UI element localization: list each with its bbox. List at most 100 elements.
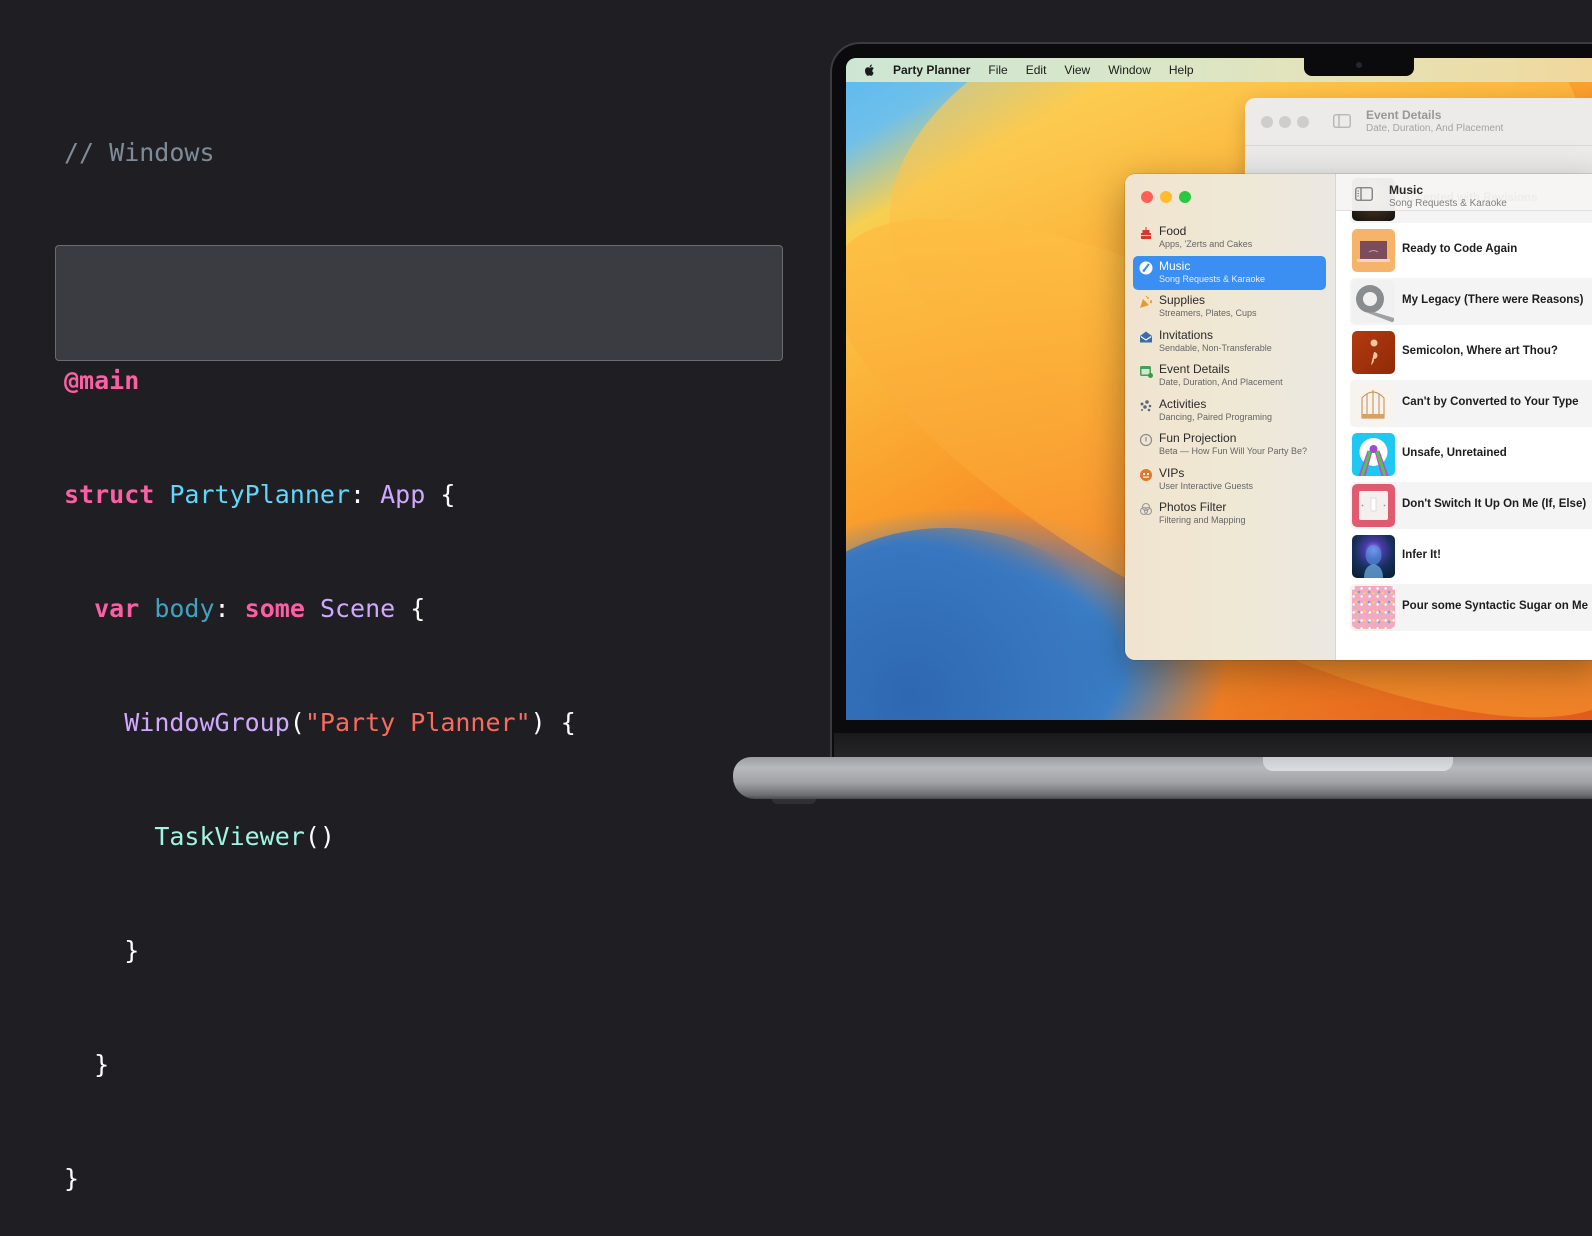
gauge-icon	[1139, 433, 1153, 447]
laptop-foot	[772, 799, 816, 804]
menu-edit[interactable]: Edit	[1026, 63, 1047, 77]
code-punct: ()	[304, 822, 335, 851]
sidebar-item-food[interactable]: Food Apps, 'Zerts and Cakes	[1133, 221, 1326, 256]
wallpaper-blue-region	[846, 528, 1126, 720]
camera-notch	[1304, 58, 1414, 76]
sprinkles-art-icon	[1352, 586, 1395, 629]
sidebar-toggle-icon[interactable]	[1333, 114, 1351, 128]
sidebar-item-music[interactable]: Music Song Requests & Karaoke	[1133, 255, 1326, 290]
code-keyword: struct	[64, 480, 155, 509]
song-title: Don't Switch It Up On Me (If, Else)	[1402, 498, 1587, 510]
song-row[interactable]: Pour some Syntactic Sugar on Me	[1350, 584, 1592, 631]
minimize-button[interactable]	[1160, 191, 1172, 203]
song-title: Ready to Code Again	[1402, 243, 1518, 255]
code-punct: {	[410, 594, 426, 623]
close-button[interactable]	[1261, 116, 1273, 128]
code-punct: }	[124, 936, 140, 965]
code-taskviewer-line: TaskViewer()	[64, 818, 576, 856]
sidebar-item-activities[interactable]: Activities Dancing, Paired Programing	[1133, 394, 1326, 429]
song-title: Semicolon, Where art Thou?	[1402, 345, 1558, 357]
brain-art-icon	[1352, 535, 1395, 578]
duct-tape-art-icon	[1352, 280, 1395, 323]
sidebar-item-subtitle: Apps, 'Zerts and Cakes	[1159, 239, 1253, 249]
song-row[interactable]: Can't by Converted to Your Type	[1350, 380, 1592, 427]
semicolon-art-icon	[1352, 331, 1395, 374]
song-title: My Legacy (There were Reasons)	[1402, 294, 1584, 306]
song-list: Accepted with Revisions Ready to Code Ag…	[1350, 176, 1592, 635]
sidebar-item-label: VIPs	[1159, 465, 1185, 480]
code-close-body-line: }	[64, 1046, 576, 1084]
sidebar-item-label: Event Details	[1159, 362, 1230, 376]
code-punct: (	[289, 708, 305, 737]
sidebar-item-subtitle: Streamers, Plates, Cups	[1159, 308, 1257, 318]
sidebar-item-subtitle: Song Requests & Karaoke	[1159, 273, 1266, 284]
code-comment: // Windows	[64, 138, 215, 167]
sidebar-item-event-details[interactable]: Event Details Date, Duration, And Placem…	[1133, 359, 1326, 394]
code-body-line: var body: some Scene {	[64, 590, 576, 628]
activities-icon	[1139, 399, 1153, 413]
sidebar-item-label: Fun Projection	[1159, 431, 1237, 445]
laptop-opening-notch	[1263, 757, 1453, 771]
content-subtitle: Song Requests & Karaoke	[1389, 198, 1507, 209]
sidebar-item-subtitle: Date, Duration, And Placement	[1159, 377, 1283, 387]
music-icon	[1139, 261, 1153, 275]
song-row[interactable]: My Legacy (There were Reasons)	[1350, 278, 1592, 325]
close-button[interactable]	[1141, 191, 1153, 203]
sidebar-list: Food Apps, 'Zerts and Cakes Music Song R…	[1133, 221, 1326, 532]
code-string: "Party Planner"	[304, 708, 531, 737]
calendar-icon	[1139, 364, 1153, 378]
zoom-button[interactable]	[1297, 116, 1309, 128]
song-row[interactable]: Ready to Code Again	[1350, 227, 1592, 274]
song-row[interactable]: Don't Switch It Up On Me (If, Else)	[1350, 482, 1592, 529]
menu-window[interactable]: Window	[1108, 63, 1151, 77]
window-title: Event Details	[1366, 108, 1442, 122]
code-punct: :	[214, 594, 230, 623]
code-punct: {	[440, 480, 456, 509]
song-row[interactable]: Infer It!	[1350, 533, 1592, 580]
sidebar-item-label: Invitations	[1159, 327, 1214, 342]
song-row[interactable]: Semicolon, Where art Thou?	[1350, 329, 1592, 376]
content-header: Music Song Requests & Karaoke	[1336, 174, 1592, 211]
sidebar: Food Apps, 'Zerts and Cakes Music Song R…	[1125, 174, 1335, 660]
birdcage-art-icon	[1352, 382, 1395, 425]
code-punct: )	[530, 708, 546, 737]
code-type-name: PartyPlanner	[169, 480, 350, 509]
code-punct: }	[64, 1164, 80, 1193]
sidebar-item-invitations[interactable]: Invitations Sendable, Non-Transferable	[1133, 325, 1326, 360]
menu-app-name[interactable]: Party Planner	[893, 63, 970, 77]
zoom-button[interactable]	[1179, 191, 1191, 203]
code-protocol: Scene	[319, 594, 396, 623]
song-row[interactable]: Unsafe, Unretained	[1350, 431, 1592, 478]
code-keyword: some	[244, 594, 305, 623]
vip-face-icon	[1139, 468, 1153, 482]
music-window[interactable]: Food Apps, 'Zerts and Cakes Music Song R…	[1125, 174, 1592, 660]
code-attribute: @main	[64, 366, 140, 395]
sidebar-item-fun-projection[interactable]: Fun Projection Beta — How Fun Will Your …	[1133, 428, 1326, 463]
window-subtitle: Date, Duration, And Placement	[1366, 123, 1504, 134]
menu-help[interactable]: Help	[1169, 63, 1194, 77]
code-call: TaskViewer	[154, 822, 305, 851]
menu-bar: Party Planner File Edit View Window Help	[846, 58, 1592, 82]
code-close-inner-line: }	[64, 932, 576, 970]
sidebar-item-label: Photos Filter	[1159, 500, 1227, 514]
sidebar-item-vips[interactable]: VIPs User Interactive Guests	[1133, 463, 1326, 498]
camera-icon	[1356, 62, 1362, 68]
sidebar-item-subtitle: Filtering and Mapping	[1159, 515, 1246, 525]
menu-view[interactable]: View	[1064, 63, 1090, 77]
laptop-screen: Party Planner File Edit View Window Help…	[846, 58, 1592, 720]
content-title: Music	[1389, 183, 1424, 197]
window-titlebar: Event Details Date, Duration, And Placem…	[1245, 98, 1592, 146]
code-keyword: var	[94, 594, 140, 623]
apple-logo-icon[interactable]	[863, 63, 877, 77]
song-title: Pour some Syntactic Sugar on Me	[1402, 600, 1588, 612]
code-punct: {	[560, 708, 576, 737]
sidebar-item-supplies[interactable]: Supplies Streamers, Plates, Cups	[1133, 290, 1326, 325]
minimize-button[interactable]	[1279, 116, 1291, 128]
menu-file[interactable]: File	[988, 63, 1007, 77]
cake-icon	[1139, 226, 1153, 240]
laptop-base	[733, 757, 1592, 799]
sidebar-item-photos-filter[interactable]: Photos Filter Filtering and Mapping	[1133, 497, 1326, 532]
code-attribute-line: @main	[64, 362, 576, 400]
sidebar-toggle-icon[interactable]	[1355, 187, 1373, 201]
